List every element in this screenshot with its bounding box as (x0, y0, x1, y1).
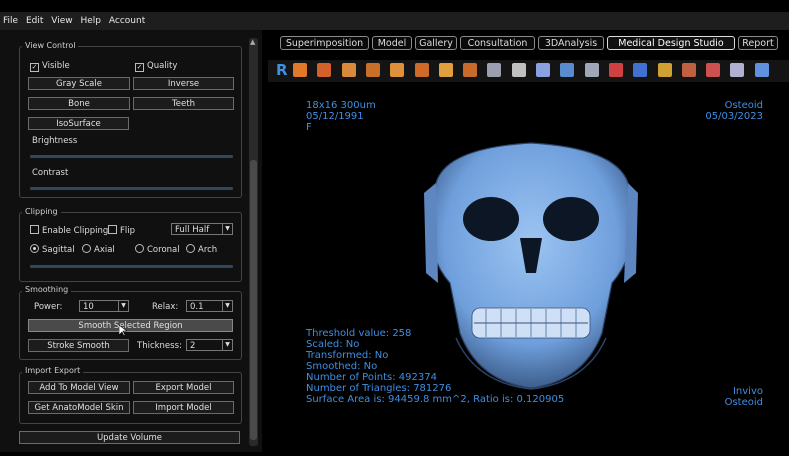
teeth-button[interactable]: Teeth (133, 97, 234, 110)
radio-selected-icon (30, 244, 39, 253)
tab-gallery[interactable]: Gallery (415, 36, 457, 50)
toolbar-tool-17-icon[interactable] (681, 63, 696, 77)
toolbar-tool-11-icon[interactable] (536, 63, 550, 77)
tab-bar: Superimposition Model Gallery Consultation 3… (262, 34, 789, 52)
bone-button[interactable]: Bone (28, 97, 130, 110)
checkbox-icon (108, 225, 117, 234)
stroke-smooth-button[interactable]: Stroke Smooth (28, 339, 129, 352)
radio-icon (186, 244, 195, 253)
axial-radio[interactable]: Axial (82, 244, 115, 255)
clipping-title: Clipping (22, 207, 61, 216)
coronal-radio[interactable]: Coronal (135, 244, 180, 255)
export-model-button[interactable]: Export Model (133, 381, 234, 394)
chevron-down-icon: ▼ (222, 340, 232, 350)
power-select[interactable]: 10 ▼ (79, 300, 129, 312)
chevron-down-icon: ▼ (222, 301, 232, 311)
mouse-cursor-icon (119, 325, 127, 337)
toolbar-tool-10-icon[interactable] (511, 63, 526, 77)
tab-model[interactable]: Model (372, 36, 412, 50)
relax-label: Relax: (152, 302, 179, 312)
toolbar-tool-2-icon[interactable] (317, 63, 332, 77)
menu-file[interactable]: File (3, 16, 18, 26)
3d-viewport[interactable]: 18x16 300um 05/12/1991 F Osteoid 05/03/2… (270, 88, 789, 446)
tab-consultation[interactable]: Consultation (460, 36, 535, 50)
visible-checkbox[interactable]: ✓ Visible (30, 61, 70, 72)
toolbar-tool-9-icon[interactable] (487, 63, 502, 77)
menu-bar: File Edit View Help Account (0, 12, 789, 30)
radio-icon (135, 244, 144, 253)
update-volume-button[interactable]: Update Volume (19, 431, 240, 444)
contrast-slider[interactable] (30, 187, 233, 190)
smooth-selected-region-button[interactable]: Smooth Selected Region (28, 319, 233, 332)
contrast-label: Contrast (32, 168, 69, 178)
sagittal-radio[interactable]: Sagittal (30, 244, 75, 255)
toolbar-tool-13-icon[interactable] (584, 63, 599, 77)
import-export-title: Import Export (22, 366, 84, 375)
menu-edit[interactable]: Edit (26, 16, 43, 26)
tab-report[interactable]: Report (738, 36, 778, 50)
checkbox-checked-icon: ✓ (135, 63, 144, 72)
toolbar-tool-4-icon[interactable] (365, 63, 380, 77)
toolbar-tool-3-icon[interactable] (341, 63, 356, 77)
arch-radio[interactable]: Arch (186, 244, 217, 255)
toolbar-tool-18-icon[interactable] (706, 63, 721, 77)
toolbar: R (268, 60, 789, 82)
viewport-top-left-info: 18x16 300um 05/12/1991 F (306, 100, 376, 133)
viewport-bottom-left-info: Threshold value: 258 Scaled: No Transfor… (306, 328, 565, 405)
clipping-half-select[interactable]: Full Half ▼ (171, 223, 233, 235)
power-label: Power: (34, 302, 63, 312)
chevron-down-icon: ▼ (118, 301, 128, 311)
relax-select[interactable]: 0.1 ▼ (186, 300, 233, 312)
chevron-down-icon: ▼ (222, 224, 232, 234)
inverse-button[interactable]: Inverse (133, 77, 234, 90)
toolbar-tool-20-icon[interactable] (754, 63, 769, 77)
menu-account[interactable]: Account (109, 16, 145, 26)
smoothing-title: Smoothing (22, 285, 72, 294)
tab-medical-design-studio[interactable]: Medical Design Studio (607, 36, 735, 50)
viewport-bottom-right-info: Invivo Osteoid (724, 386, 763, 408)
clipping-slider[interactable] (30, 265, 233, 268)
import-model-button[interactable]: Import Model (133, 401, 234, 414)
import-export-group (19, 372, 242, 424)
toolbar-tool-1-icon[interactable] (293, 63, 307, 77)
viewport-top-right-info: Osteoid 05/03/2023 (705, 100, 763, 122)
toolbar-r-button[interactable]: R (276, 61, 288, 79)
view-control-title: View Control (22, 41, 79, 50)
tab-superimposition[interactable]: Superimposition (280, 36, 369, 50)
scroll-up-arrow-icon[interactable]: ▲ (250, 38, 255, 46)
thickness-select[interactable]: 2 ▼ (186, 339, 233, 351)
brightness-label: Brightness (32, 136, 78, 146)
checkbox-icon (30, 225, 39, 234)
radio-icon (82, 244, 91, 253)
toolbar-tool-8-icon[interactable] (463, 63, 478, 77)
tab-3danalysis[interactable]: 3DAnalysis (538, 36, 604, 50)
menu-help[interactable]: Help (80, 16, 101, 26)
gray-scale-button[interactable]: Gray Scale (28, 77, 130, 90)
thickness-label: Thickness: (137, 341, 182, 351)
flip-checkbox[interactable]: Flip (108, 225, 135, 236)
get-anatomodel-skin-button[interactable]: Get AnatoModel Skin (28, 401, 130, 414)
toolbar-tool-16-icon[interactable] (657, 63, 672, 77)
toolbar-tool-6-icon[interactable] (414, 63, 429, 77)
checkbox-checked-icon: ✓ (30, 63, 39, 72)
toolbar-tool-5-icon[interactable] (390, 63, 405, 77)
left-scrollbar-thumb[interactable] (250, 160, 257, 440)
toolbar-tool-19-icon[interactable] (730, 63, 745, 77)
toolbar-tool-14-icon[interactable] (608, 63, 623, 77)
enable-clipping-checkbox[interactable]: Enable Clipping (30, 225, 108, 236)
brightness-slider[interactable] (30, 155, 233, 158)
isosurface-button[interactable]: IsoSurface (28, 117, 129, 130)
toolbar-tool-15-icon[interactable] (633, 63, 648, 77)
add-to-model-view-button[interactable]: Add To Model View (28, 381, 130, 394)
menu-view[interactable]: View (51, 16, 72, 26)
quality-checkbox[interactable]: ✓ Quality (135, 61, 177, 72)
toolbar-tool-7-icon[interactable] (438, 63, 453, 77)
toolbar-tool-12-icon[interactable] (560, 63, 575, 77)
